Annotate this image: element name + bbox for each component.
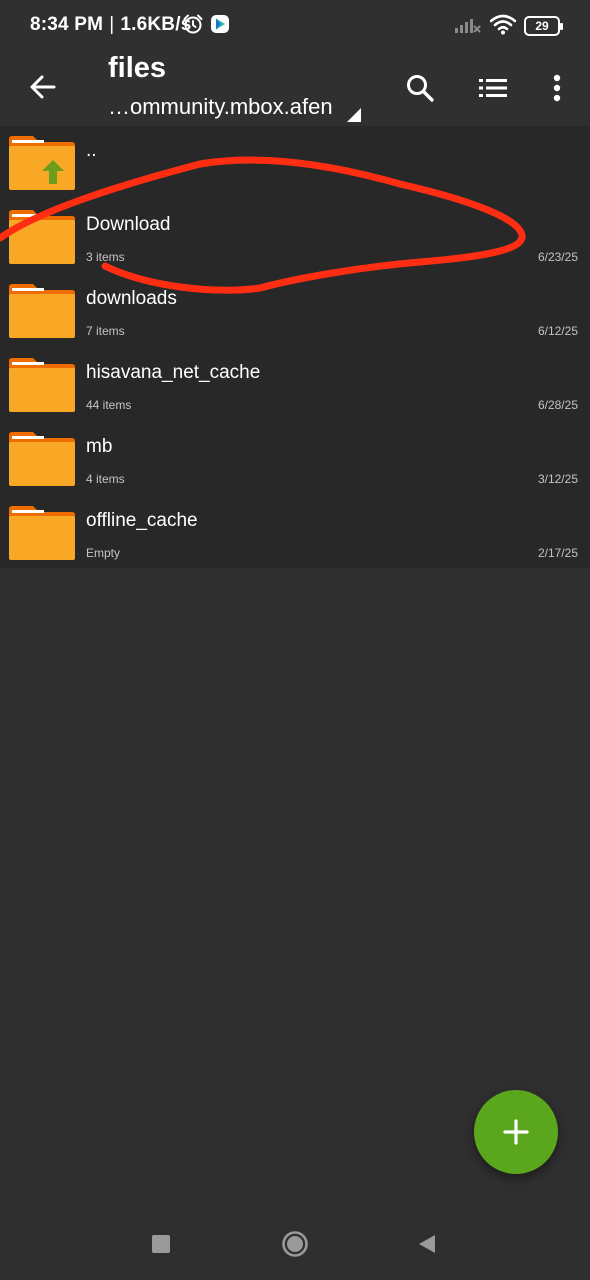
recents-square-icon: [152, 1235, 170, 1253]
item-count: 7 items: [86, 324, 125, 338]
home-circle-icon: [282, 1231, 308, 1257]
path-dropdown[interactable]: …ommunity.mbox.afen: [108, 94, 361, 122]
status-icons-right: 29: [454, 13, 563, 40]
app-bar: files …ommunity.mbox.afen: [0, 52, 590, 126]
list-item-parent[interactable]: ..: [0, 126, 590, 200]
battery-level: 29: [535, 19, 549, 33]
battery-icon: 29: [524, 16, 563, 36]
plus-icon: [503, 1119, 529, 1145]
folder-icon: [9, 210, 75, 264]
net-speed: 1.6KB/s: [120, 14, 192, 35]
search-icon: [407, 75, 434, 102]
clock: 8:34 PM: [30, 14, 104, 35]
back-triangle-icon: [419, 1235, 435, 1253]
status-bar: 8:34 PM | 1.6KB/s 29: [0, 0, 590, 52]
file-name: hisavana_net_cache: [86, 362, 261, 383]
add-fab-button[interactable]: [474, 1090, 558, 1174]
item-count: 3 items: [86, 250, 125, 264]
more-options-button[interactable]: [535, 66, 579, 110]
modified-date: 2/17/25: [537, 546, 578, 560]
search-button[interactable]: [398, 66, 442, 110]
app-notification-icon: [210, 14, 230, 39]
status-time: 8:34 PM | 1.6KB/s: [30, 14, 191, 36]
nav-back-button[interactable]: [410, 1227, 444, 1261]
current-path: …ommunity.mbox.afen: [108, 94, 333, 119]
item-count: Empty: [86, 546, 121, 560]
list-item-folder[interactable]: Download 3 items 6/23/25: [0, 200, 590, 274]
modified-date: 3/12/25: [537, 472, 578, 486]
folder-icon: [9, 432, 75, 486]
more-vert-icon: [553, 74, 561, 102]
list-item-folder[interactable]: mb 4 items 3/12/25: [0, 422, 590, 496]
list-item-folder[interactable]: offline_cache Empty 2/17/25: [0, 496, 590, 570]
screen: 8:34 PM | 1.6KB/s 29 files …ommunity.mbo…: [0, 0, 590, 1280]
list-view-icon: [479, 79, 507, 97]
wifi-icon: [489, 13, 517, 40]
file-name: offline_cache: [86, 510, 198, 531]
signal-icon: [454, 14, 482, 39]
alarm-icon: [182, 13, 204, 40]
navigation-bar: [0, 1205, 590, 1280]
home-button[interactable]: [278, 1227, 312, 1261]
back-button[interactable]: [20, 64, 66, 110]
back-arrow-icon: [30, 75, 56, 99]
list-item-folder[interactable]: downloads 7 items 6/12/25: [0, 274, 590, 348]
modified-date: 6/12/25: [537, 324, 578, 338]
file-name: mb: [86, 436, 113, 457]
dropdown-triangle-icon: [346, 108, 361, 122]
folder-icon: [9, 358, 75, 412]
parent-folder-icon: [9, 136, 75, 190]
recents-button[interactable]: [144, 1227, 178, 1261]
item-count: 4 items: [86, 472, 125, 486]
status-icons-left: [182, 14, 230, 38]
modified-date: 6/23/25: [537, 250, 578, 264]
folder-icon: [9, 506, 75, 560]
file-name: ..: [86, 140, 97, 161]
modified-date: 6/28/25: [537, 398, 578, 412]
file-name: downloads: [86, 288, 177, 309]
status-separator: |: [109, 14, 115, 35]
file-name: Download: [86, 214, 171, 235]
item-count: 44 items: [86, 398, 132, 412]
file-list: .. Download 3 items 6/23/25 downloads 7 …: [0, 126, 590, 568]
list-view-button[interactable]: [471, 66, 515, 110]
list-item-folder[interactable]: hisavana_net_cache 44 items 6/28/25: [0, 348, 590, 422]
folder-icon: [9, 284, 75, 338]
page-title: files: [108, 52, 167, 84]
